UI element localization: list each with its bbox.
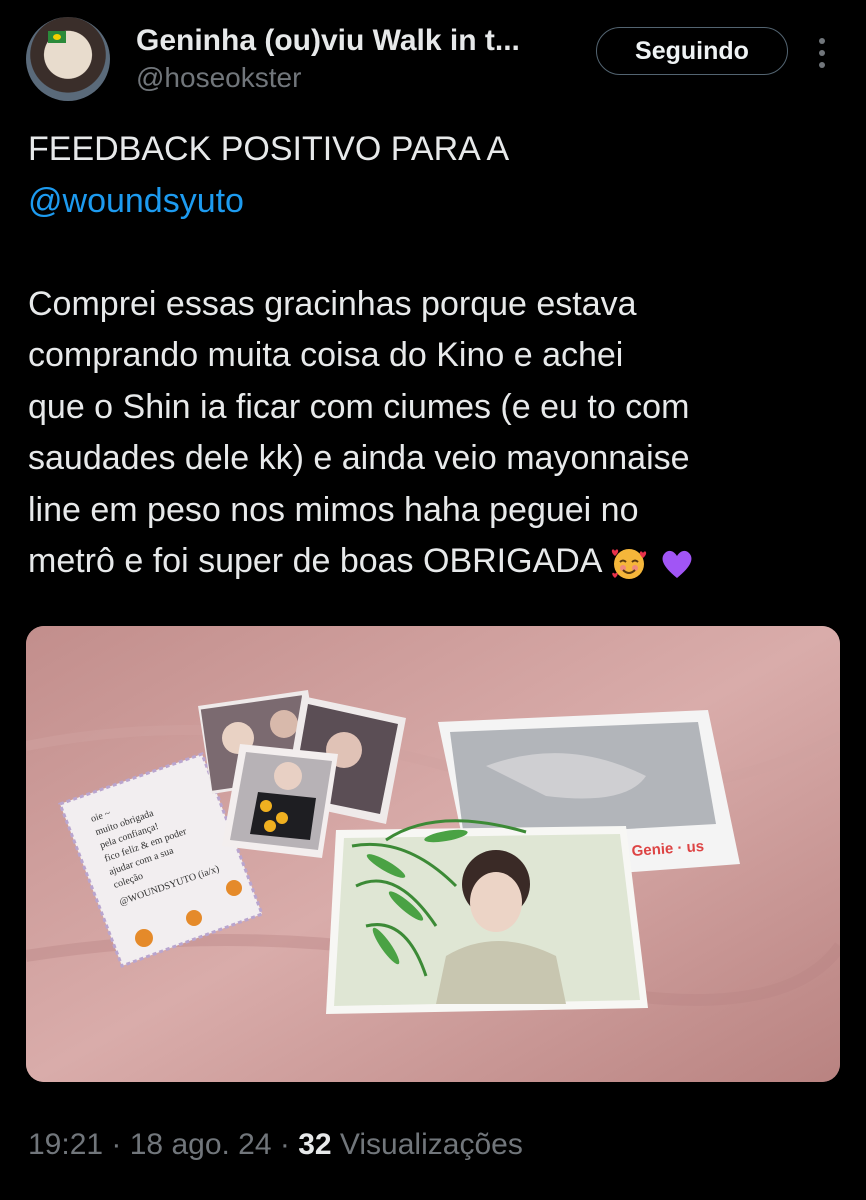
- tweet-date[interactable]: 18 ago. 24: [130, 1128, 272, 1161]
- tweet-line: FEEDBACK POSITIVO PARA A: [28, 130, 510, 168]
- tweet-media-image[interactable]: oie ~ muito obrigada pela confiança! fic…: [26, 626, 840, 1082]
- tweet-time[interactable]: 19:21: [28, 1128, 103, 1161]
- tweet-text: FEEDBACK POSITIVO PARA A @woundsyuto Com…: [28, 124, 848, 588]
- brazil-flag-icon: [48, 31, 66, 43]
- tweet-line: saudades dele kk) e ainda veio mayonnais…: [28, 439, 690, 477]
- tweet-line: line em peso nos mimos haha peguei no: [28, 490, 639, 529]
- tweet-header: Geninha (ou)viu Walk in t... @hoseokster…: [0, 0, 866, 110]
- following-button[interactable]: Seguindo: [596, 27, 788, 75]
- mention-link[interactable]: @woundsyuto: [28, 182, 244, 220]
- more-vertical-icon[interactable]: [812, 36, 832, 70]
- tweet-meta: 19:21 · 18 ago. 24 · 32 Visualizações: [28, 1128, 523, 1162]
- separator: ·: [103, 1128, 130, 1161]
- tweet-line: comprando muita coisa do Kino e achei: [28, 336, 624, 374]
- tweet-line: metrô e foi super de boas OBRIGADA: [28, 542, 601, 580]
- views-label: Visualizações: [331, 1128, 523, 1161]
- author-name[interactable]: Geninha (ou)viu Walk in t...: [136, 24, 576, 58]
- separator: ·: [271, 1128, 299, 1161]
- views-count: 32: [298, 1128, 332, 1161]
- purple-heart-icon: [662, 550, 691, 579]
- tweet-line: Comprei essas gracinhas porque estava: [28, 284, 637, 323]
- smiling-face-with-hearts-icon: [611, 549, 647, 580]
- photo-content: oie ~ muito obrigada pela confiança! fic…: [26, 626, 840, 1082]
- author-handle[interactable]: @hoseokster: [136, 62, 301, 94]
- postcard: [326, 819, 648, 1014]
- tweet-line: que o Shin ia ficar com ciumes (e eu to …: [28, 387, 690, 426]
- avatar[interactable]: [26, 17, 110, 101]
